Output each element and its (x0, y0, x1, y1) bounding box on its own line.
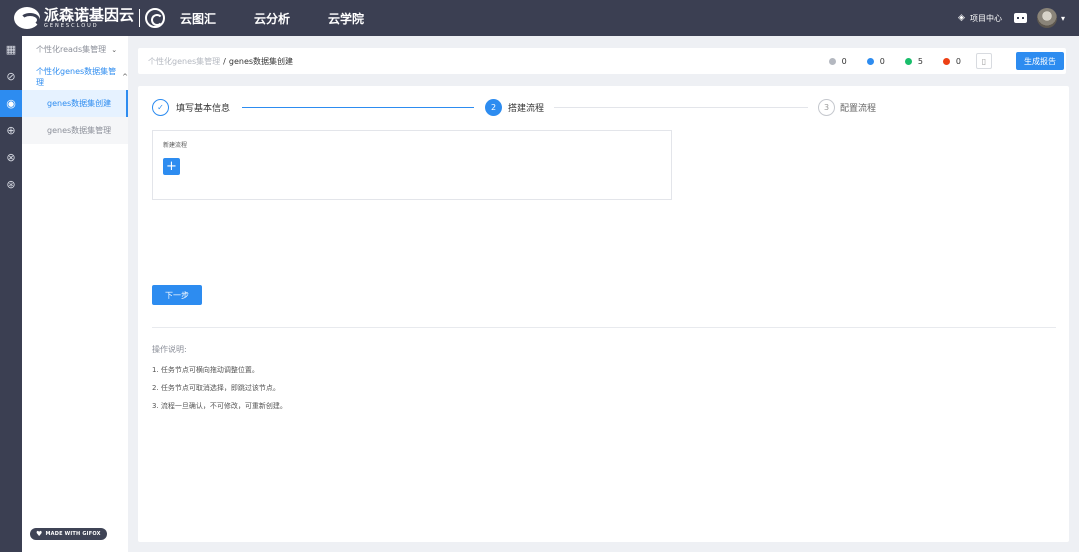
rail-compass-icon[interactable]: ⊘ (0, 63, 22, 90)
top-bar: 派森诺基因云 GENESCLOUD 云图汇 云分析 云学院 ◈ 项目中心 ▾ (0, 0, 1079, 36)
menu-group-label: 个性化reads集管理 (36, 45, 107, 54)
logo-text: 派森诺基因云 (44, 5, 135, 24)
menu-group-reads[interactable]: 个性化reads集管理 ⌄ (22, 36, 128, 63)
status-dot-icon (866, 57, 874, 65)
menu-item-label: genes数据集管理 (47, 126, 112, 135)
instruction-item: 1. 任务节点可横向拖动调整位置。 (152, 366, 259, 374)
stat-value: 0 (955, 56, 961, 66)
rail-user-icon[interactable]: ⊛ (0, 171, 22, 198)
step-2-label: 搭建流程 (508, 104, 545, 114)
stat-success[interactable]: 5 (904, 56, 923, 66)
breadcrumb-separator: / (223, 56, 226, 66)
step-connector (242, 107, 474, 108)
project-center-icon: ◈ (957, 12, 965, 23)
add-node-button[interactable]: + (163, 158, 180, 175)
generate-report-button[interactable]: 生成报告 (1016, 52, 1064, 70)
step-1-label: 填写基本信息 (176, 104, 231, 114)
status-counts: 0 0 5 0 (809, 48, 961, 74)
logo-divider (139, 9, 141, 27)
status-dot-icon (828, 57, 836, 65)
status-dot-icon (904, 57, 912, 65)
main-panel: ✓ 填写基本信息 2 搭建流程 3 配置流程 新建流程 + 下一步 操作说明: … (138, 86, 1069, 542)
cloud-logo-icon (145, 8, 166, 28)
breadcrumb-current: genes数据集创建 (228, 56, 294, 66)
divider (152, 327, 1056, 328)
document-icon: ▯ (981, 56, 987, 66)
breadcrumb-parent[interactable]: 个性化genes集管理 (148, 56, 220, 67)
menu-group-genes[interactable]: 个性化genes数据集管理 ^ (22, 63, 128, 90)
document-button[interactable]: ▯ (976, 53, 992, 69)
steps: ✓ 填写基本信息 2 搭建流程 3 配置流程 (152, 99, 1052, 117)
step-3-label: 配置流程 (840, 104, 877, 114)
made-with-text: MADE WITH GIFOX (45, 531, 101, 537)
step-2-number: 2 (485, 99, 502, 116)
icon-rail: ▦ ⊘ ◉ ⊕ ⊗ ⊛ (0, 36, 22, 552)
menu-item-label: genes数据集创建 (47, 99, 112, 108)
menu-group-label: 个性化genes数据集管理 (36, 66, 117, 87)
stat-value: 0 (879, 56, 885, 66)
avatar[interactable] (1036, 8, 1057, 28)
logo-mark-icon (14, 7, 40, 29)
rail-target-icon[interactable]: ◉ (0, 90, 22, 117)
step-connector (554, 107, 808, 108)
rail-grid-icon[interactable]: ▦ (0, 36, 22, 63)
rail-ban-icon[interactable]: ⊗ (0, 144, 22, 171)
stat-pending[interactable]: 0 (828, 56, 847, 66)
made-with-badge: ♥ MADE WITH GIFOX (30, 528, 107, 540)
menu-item-genes-manage[interactable]: genes数据集管理 (22, 117, 128, 144)
menu-item-genes-create[interactable]: genes数据集创建 (22, 90, 128, 117)
stat-value: 5 (917, 56, 923, 66)
nav-item-yuntuhui[interactable]: 云图汇 (180, 10, 216, 27)
chevron-up-icon: ^ (122, 72, 128, 81)
project-center-link[interactable]: 项目中心 (970, 13, 1002, 24)
logo-subtext: GENESCLOUD (44, 22, 99, 29)
next-step-button[interactable]: 下一步 (152, 285, 202, 305)
message-icon[interactable] (1013, 13, 1027, 23)
flow-builder: 新建流程 + (152, 130, 672, 200)
header-actions: ◈ 项目中心 ▾ (958, 0, 1065, 36)
heart-icon: ♥ (36, 530, 43, 538)
step-3-number: 3 (818, 99, 835, 116)
instructions-title: 操作说明: (152, 345, 187, 354)
step-1-check-icon: ✓ (152, 99, 169, 116)
stat-value: 0 (841, 56, 847, 66)
flow-title: 新建流程 (163, 142, 188, 149)
instruction-item: 2. 任务节点可取消选择，即跳过该节点。 (152, 384, 280, 392)
stat-failed[interactable]: 0 (942, 56, 961, 66)
instruction-item: 3. 流程一旦确认，不可修改，可重新创建。 (152, 402, 287, 410)
chevron-down-icon[interactable]: ▾ (1061, 14, 1065, 23)
top-nav: 云图汇 云分析 云学院 (180, 0, 402, 36)
nav-item-yunfenxi[interactable]: 云分析 (254, 10, 290, 27)
status-dot-icon (942, 57, 950, 65)
logo[interactable]: 派森诺基因云 GENESCLOUD (14, 5, 166, 30)
stat-running[interactable]: 0 (866, 56, 885, 66)
rail-globe-icon[interactable]: ⊕ (0, 117, 22, 144)
nav-item-yunxueyuan[interactable]: 云学院 (328, 10, 364, 27)
breadcrumb: 个性化genes集管理 / genes数据集创建 0 0 5 0 ▯ 生成报告 (138, 48, 1066, 74)
sub-menu: 个性化reads集管理 ⌄ 个性化genes数据集管理 ^ genes数据集创建… (22, 36, 128, 552)
chevron-down-icon: ⌄ (111, 45, 118, 54)
